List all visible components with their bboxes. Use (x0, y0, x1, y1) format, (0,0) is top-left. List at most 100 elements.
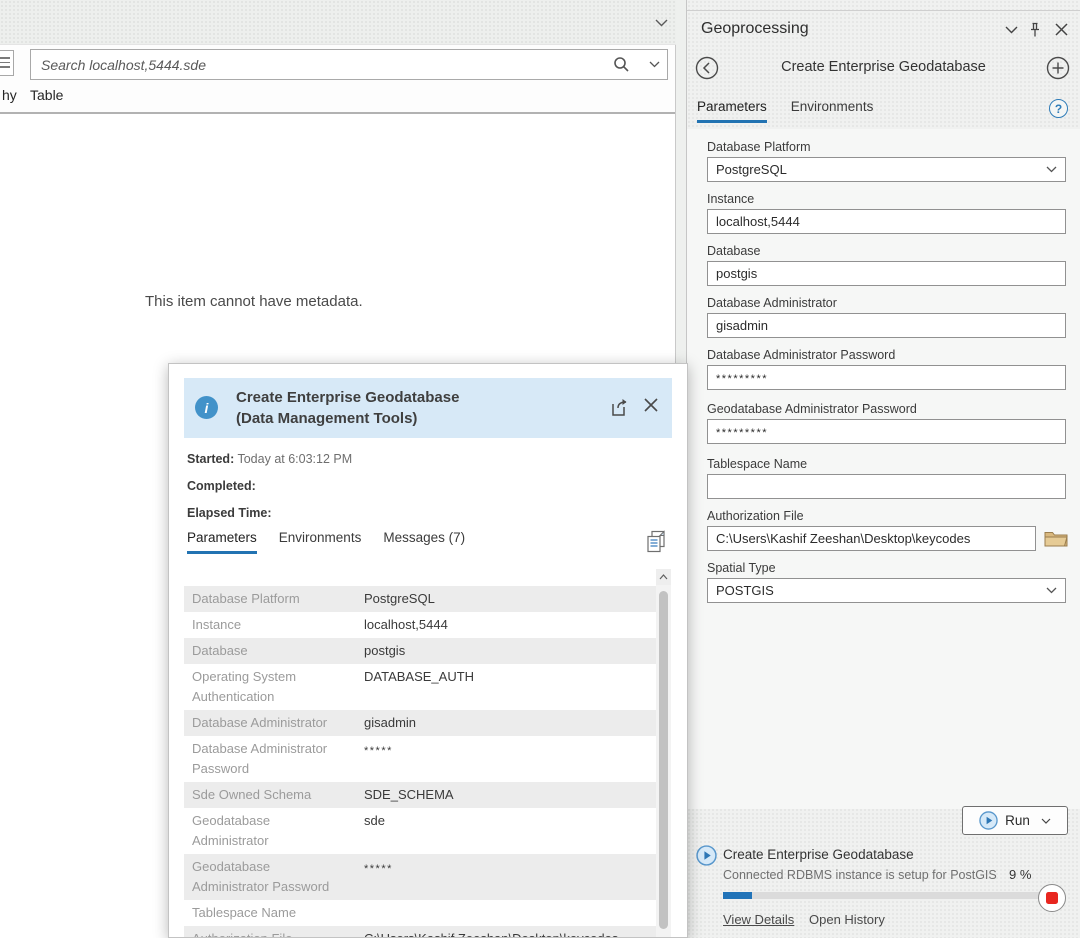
completed-row: Completed: (187, 473, 352, 500)
row-label: Authorization File (184, 926, 354, 938)
close-icon[interactable] (644, 398, 658, 412)
chevron-down-icon[interactable] (655, 19, 668, 27)
geodatabase-administrator-password-input[interactable] (707, 419, 1066, 444)
tab-environments[interactable]: Environments (791, 99, 874, 120)
tab-environments[interactable]: Environments (279, 530, 362, 551)
search-bar-row (0, 45, 676, 84)
view-details-link[interactable]: View Details (723, 912, 794, 927)
progress-bar (723, 892, 1041, 899)
row-value: ***** (354, 736, 656, 782)
chevron-down-icon[interactable] (1005, 26, 1018, 34)
run-label: Run (1005, 813, 1030, 828)
scrollbar-thumb[interactable] (659, 591, 668, 929)
search-icon[interactable] (613, 56, 630, 73)
run-play-icon (979, 811, 998, 830)
field-label: Authorization File (707, 509, 1066, 523)
select-value: PostgreSQL (716, 162, 787, 177)
table-row: Database PlatformPostgreSQL (184, 586, 656, 612)
status-percent: 9 % (1009, 867, 1031, 882)
database-administrator-input[interactable] (707, 313, 1066, 338)
instance-input[interactable] (707, 209, 1066, 234)
list-icon[interactable] (0, 50, 14, 76)
table-row: Database Administrator Password***** (184, 736, 656, 782)
elapsed-label: Elapsed Time: (187, 506, 272, 520)
back-arrow-icon[interactable] (695, 56, 719, 80)
started-label: Started: (187, 452, 234, 466)
row-value: DATABASE_AUTH (354, 664, 656, 710)
run-button[interactable]: Run (962, 806, 1068, 835)
spatial-type-select[interactable]: POSTGIS (707, 578, 1066, 603)
help-icon[interactable]: ? (1049, 99, 1068, 118)
row-label: Instance (184, 612, 354, 638)
started-value: Today at 6:03:12 PM (237, 452, 352, 466)
field-database-administrator: Database Administrator (707, 296, 1066, 338)
table-row: Authorization FileC:\Users\Kashif Zeesha… (184, 926, 656, 938)
status-tool-name: Create Enterprise Geodatabase (723, 847, 914, 862)
row-label: Sde Owned Schema (184, 782, 354, 808)
divider (0, 112, 676, 114)
browse-folder-icon[interactable] (1044, 528, 1068, 548)
tablespace-name-input[interactable] (707, 474, 1066, 499)
panel-title: Geoprocessing (701, 20, 809, 38)
open-history-link[interactable]: Open History (809, 912, 885, 927)
tab-table[interactable]: Table (30, 87, 63, 103)
cancel-button[interactable] (1038, 884, 1066, 912)
table-row: Operating System AuthenticationDATABASE_… (184, 664, 656, 710)
search-input[interactable] (30, 49, 668, 80)
field-instance: Instance (707, 192, 1066, 234)
chevron-down-icon (1046, 587, 1057, 594)
stop-icon (1046, 892, 1058, 904)
copy-icon[interactable] (645, 530, 667, 554)
share-icon[interactable] (610, 398, 630, 417)
database-administrator-password-input[interactable] (707, 365, 1066, 390)
status-message: Connected RDBMS instance is setup for Po… (723, 868, 1007, 882)
field-database-administrator-password: Database Administrator Password (707, 348, 1066, 390)
row-value: SDE_SCHEMA (354, 782, 656, 808)
chevron-up-icon (659, 574, 668, 580)
field-label: Database Administrator (707, 296, 1066, 310)
scroll-up-button[interactable] (656, 569, 671, 585)
authorization-file-input[interactable] (707, 526, 1036, 551)
database-platform-select[interactable]: PostgreSQL (707, 157, 1066, 182)
field-database: Database (707, 244, 1066, 286)
field-label: Database Platform (707, 140, 1066, 154)
row-label: Database Administrator (184, 710, 354, 736)
row-value: localhost,5444 (354, 612, 656, 638)
panel-tabs: Parameters Environments (697, 99, 897, 125)
row-value: PostgreSQL (354, 586, 656, 612)
field-label: Database Administrator Password (707, 348, 1066, 362)
progress-fill (723, 892, 752, 899)
row-label: Database Platform (184, 586, 354, 612)
field-label: Instance (707, 192, 1066, 206)
view-tabs: hy Table (0, 84, 676, 112)
completed-label: Completed: (187, 479, 256, 493)
tool-progress-dialog: i Create Enterprise Geodatabase (Data Ma… (168, 363, 688, 938)
ribbon-collapsed-strip (0, 0, 676, 45)
field-tablespace-name: Tablespace Name (707, 457, 1066, 499)
scrollbar[interactable] (656, 569, 671, 937)
table-row: Instancelocalhost,5444 (184, 612, 656, 638)
table-row: Tablespace Name (184, 900, 656, 926)
table-row: Databasepostgis (184, 638, 656, 664)
dialog-tabs: Parameters Environments Messages (7) (187, 530, 487, 554)
tab-partial[interactable]: hy (2, 87, 17, 103)
chevron-down-icon[interactable] (649, 61, 660, 68)
dialog-header: i Create Enterprise Geodatabase (Data Ma… (184, 378, 672, 438)
add-to-model-icon[interactable] (1046, 56, 1070, 80)
table-row: Geodatabase Administratorsde (184, 808, 656, 854)
database-input[interactable] (707, 261, 1066, 286)
row-label: Database (184, 638, 354, 664)
row-label: Database Administrator Password (184, 736, 354, 782)
tab-messages[interactable]: Messages (7) (383, 530, 465, 551)
dialog-title-line1: Create Enterprise Geodatabase (236, 387, 459, 408)
pin-icon[interactable] (1028, 22, 1042, 38)
select-value: POSTGIS (716, 583, 774, 598)
tab-parameters[interactable]: Parameters (697, 99, 767, 123)
parameters-form: Database Platform PostgreSQL Instance Da… (687, 129, 1080, 809)
row-label: Geodatabase Administrator Password (184, 854, 354, 900)
chevron-down-icon (1046, 166, 1057, 173)
tab-parameters[interactable]: Parameters (187, 530, 257, 554)
row-value: ***** (354, 854, 656, 900)
row-label: Tablespace Name (184, 900, 354, 926)
close-icon[interactable] (1055, 23, 1068, 36)
